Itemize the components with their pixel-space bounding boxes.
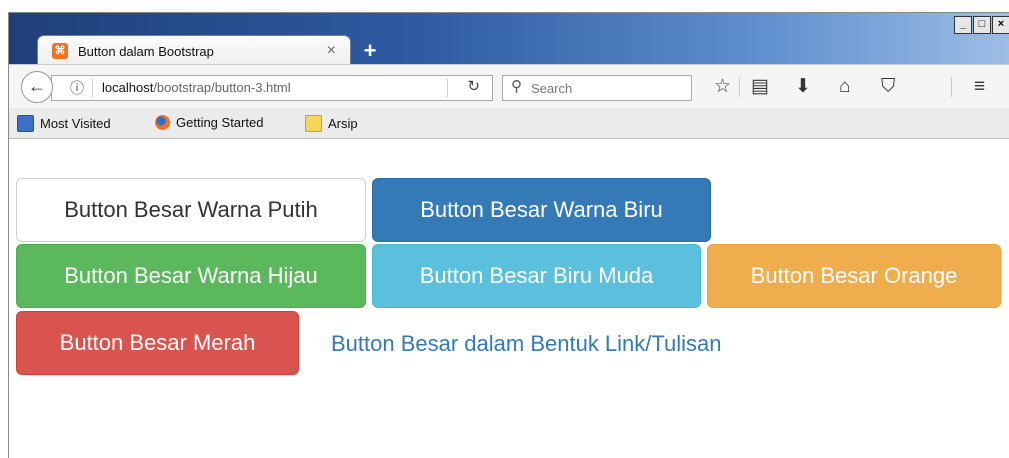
minimize-button[interactable]: _ <box>954 16 972 34</box>
pocket-icon[interactable]: ⛉ <box>881 76 895 98</box>
url-divider <box>92 79 93 97</box>
reload-icon[interactable]: ↻ <box>467 77 480 95</box>
home-icon[interactable]: ⌂ <box>839 76 850 98</box>
window-controls: _ □ × <box>953 16 1009 34</box>
navigation-toolbar: ⓘ localhost/bootstrap/button-3.html ↻ ← … <box>9 64 1009 109</box>
button-merah[interactable]: Button Besar Merah <box>16 311 299 375</box>
clipboard-icon[interactable]: ▤ <box>751 76 769 98</box>
toolbar-divider <box>739 77 740 97</box>
info-icon[interactable]: ⓘ <box>70 78 84 98</box>
maximize-button[interactable]: □ <box>973 16 991 34</box>
bookmark-getting-started[interactable]: Getting Started <box>155 115 263 130</box>
button-putih[interactable]: Button Besar Warna Putih <box>16 178 366 242</box>
button-hijau[interactable]: Button Besar Warna Hijau <box>16 244 366 308</box>
url-host: localhost <box>102 80 154 95</box>
url-path: /bootstrap/button-3.html <box>153 80 291 95</box>
tab-title: Button dalam Bootstrap <box>78 44 214 59</box>
button-orange[interactable]: Button Besar Orange <box>707 244 1001 308</box>
folder-icon <box>305 115 322 132</box>
button-link[interactable]: Button Besar dalam Bentuk Link/Tulisan <box>331 331 722 357</box>
bookmark-label: Getting Started <box>176 115 264 130</box>
bookmark-label: Most Visited <box>40 116 111 131</box>
url-text[interactable]: localhost/bootstrap/button-3.html <box>102 80 291 95</box>
most-visited-icon <box>17 115 34 132</box>
search-placeholder: Search <box>531 81 573 96</box>
browser-window: ⌘ Button dalam Bootstrap × + _ □ × ⓘ loc… <box>8 12 1009 458</box>
close-tab-icon[interactable]: × <box>327 42 336 60</box>
search-icon: ⚲ <box>511 78 522 95</box>
firefox-icon <box>155 115 170 130</box>
page-content: Button Besar Warna Putih Button Besar Wa… <box>9 139 1009 458</box>
reload-divider <box>447 79 448 97</box>
bookmark-label: Arsip <box>328 116 358 131</box>
url-bar[interactable]: ⓘ localhost/bootstrap/button-3.html ↻ <box>51 75 493 101</box>
bookmark-arsip[interactable]: Arsip <box>305 115 358 132</box>
download-icon[interactable]: ⬇ <box>795 76 811 98</box>
close-window-button[interactable]: × <box>992 16 1009 34</box>
button-biru[interactable]: Button Besar Warna Biru <box>372 178 711 242</box>
star-icon[interactable]: ☆ <box>714 76 731 98</box>
bookmark-most-visited[interactable]: Most Visited <box>17 115 111 132</box>
title-bar: ⌘ Button dalam Bootstrap × + _ □ × <box>9 13 1009 66</box>
new-tab-button[interactable]: + <box>358 39 382 63</box>
search-box[interactable]: ⚲ Search <box>502 75 692 101</box>
bookmarks-toolbar: Most Visited Getting Started Arsip <box>9 108 1009 139</box>
back-arrow-icon[interactable]: ← <box>21 71 53 103</box>
xampp-icon: ⌘ <box>52 43 68 59</box>
hamburger-menu-icon[interactable]: ≡ <box>974 76 985 98</box>
toolbar-divider <box>951 77 952 97</box>
browser-tab[interactable]: ⌘ Button dalam Bootstrap × <box>37 35 351 66</box>
button-biru-muda[interactable]: Button Besar Biru Muda <box>372 244 701 308</box>
